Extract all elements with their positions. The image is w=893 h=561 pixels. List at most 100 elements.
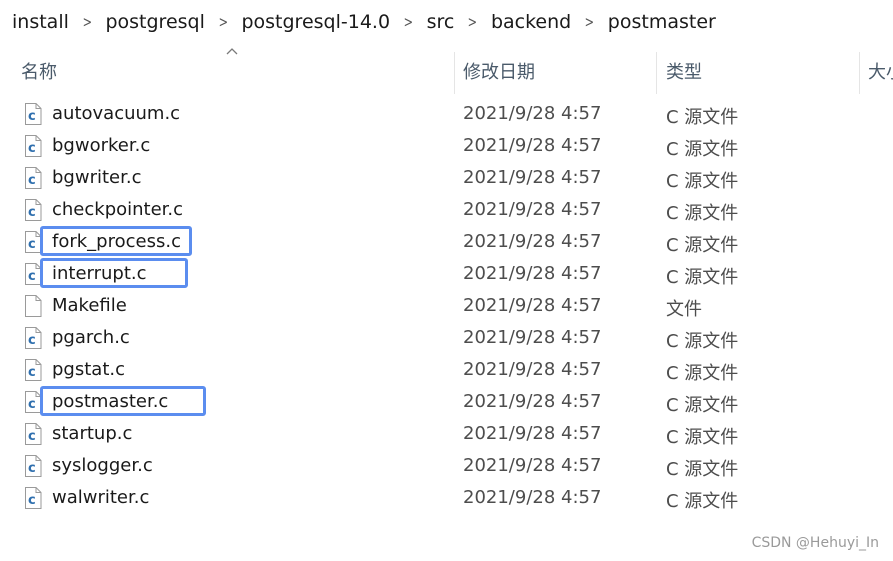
c-source-file-icon: c (24, 391, 42, 413)
file-modified-date: 2021/9/28 4:57 (463, 423, 602, 444)
column-header-name[interactable]: 名称 (21, 58, 57, 84)
file-type: C 源文件 (666, 139, 739, 160)
file-type: C 源文件 (666, 459, 739, 480)
svg-text:c: c (28, 429, 36, 444)
file-type: C 源文件 (666, 427, 739, 448)
breadcrumb-start (0, 13, 6, 31)
file-type: C 源文件 (666, 267, 739, 288)
column-divider[interactable] (859, 52, 860, 94)
file-name[interactable]: autovacuum.c (52, 103, 180, 124)
file-name[interactable]: postmaster.c (52, 391, 168, 412)
file-list: c autovacuum.c 2021/9/28 4:57 C 源文件 c bgworke… (0, 98, 893, 514)
svg-text:c: c (28, 237, 36, 252)
svg-text:c: c (28, 205, 36, 220)
column-header-date[interactable]: 修改日期 (463, 58, 535, 84)
file-name[interactable]: pgstat.c (52, 359, 125, 380)
file-name[interactable]: bgworker.c (52, 135, 150, 156)
file-row[interactable]: c bgworker.c 2021/9/28 4:57 C 源文件 (0, 130, 893, 162)
column-header-size[interactable]: 大小 (868, 58, 893, 84)
c-source-file-icon: c (24, 135, 42, 157)
file-row[interactable]: c autovacuum.c 2021/9/28 4:57 C 源文件 (0, 98, 893, 130)
c-source-file-icon: c (24, 327, 42, 349)
file-type: C 源文件 (666, 331, 739, 352)
file-name[interactable]: startup.c (52, 423, 132, 444)
file-name[interactable]: fork_process.c (52, 231, 181, 252)
column-header-type[interactable]: 类型 (666, 58, 702, 84)
file-row[interactable]: c syslogger.c 2021/9/28 4:57 C 源文件 (0, 450, 893, 482)
file-modified-date: 2021/9/28 4:57 (463, 103, 602, 124)
file-row[interactable]: c checkpointer.c 2021/9/28 4:57 C 源文件 (0, 194, 893, 226)
generic-file-icon (24, 295, 42, 317)
breadcrumb-item-postgresql-14[interactable]: postgresql-14.0 (241, 11, 390, 33)
column-header: 名称 修改日期 类型 大小 (0, 44, 893, 94)
c-source-file-icon: c (24, 263, 42, 285)
file-row[interactable]: Makefile 2021/9/28 4:57 文件 (0, 290, 893, 322)
chevron-right-icon[interactable]: > (82, 13, 91, 31)
file-name[interactable]: checkpointer.c (52, 199, 183, 220)
file-modified-date: 2021/9/28 4:57 (463, 135, 602, 156)
breadcrumb-item-install[interactable]: install (12, 11, 69, 33)
file-name[interactable]: bgwriter.c (52, 167, 141, 188)
file-modified-date: 2021/9/28 4:57 (463, 263, 602, 284)
file-modified-date: 2021/9/28 4:57 (463, 231, 602, 252)
breadcrumb-item-postgresql[interactable]: postgresql (105, 11, 204, 33)
file-name[interactable]: Makefile (52, 295, 127, 316)
c-source-file-icon: c (24, 199, 42, 221)
c-source-file-icon: c (24, 103, 42, 125)
chevron-right-icon[interactable]: > (218, 13, 227, 31)
c-source-file-icon: c (24, 231, 42, 253)
svg-text:c: c (28, 173, 36, 188)
file-name[interactable]: walwriter.c (52, 487, 149, 508)
file-row[interactable]: c interrupt.c 2021/9/28 4:57 C 源文件 (0, 258, 893, 290)
file-row[interactable]: c fork_process.c 2021/9/28 4:57 C 源文件 (0, 226, 893, 258)
breadcrumb-item-src[interactable]: src (427, 11, 455, 33)
file-type: C 源文件 (666, 363, 739, 384)
svg-text:c: c (28, 333, 36, 348)
file-name[interactable]: interrupt.c (52, 263, 147, 284)
file-name[interactable]: pgarch.c (52, 327, 130, 348)
file-row[interactable]: c pgstat.c 2021/9/28 4:57 C 源文件 (0, 354, 893, 386)
c-source-file-icon: c (24, 487, 42, 509)
c-source-file-icon: c (24, 359, 42, 381)
svg-text:c: c (28, 493, 36, 508)
c-source-file-icon: c (24, 423, 42, 445)
file-row[interactable]: c walwriter.c 2021/9/28 4:57 C 源文件 (0, 482, 893, 514)
file-row[interactable]: c bgwriter.c 2021/9/28 4:57 C 源文件 (0, 162, 893, 194)
file-modified-date: 2021/9/28 4:57 (463, 359, 602, 380)
svg-text:c: c (28, 141, 36, 156)
file-modified-date: 2021/9/28 4:57 (463, 167, 602, 188)
file-type: C 源文件 (666, 491, 739, 512)
chevron-right-icon[interactable]: > (585, 13, 594, 31)
chevron-right-icon[interactable]: > (468, 13, 477, 31)
column-divider[interactable] (454, 52, 455, 94)
file-row[interactable]: c postmaster.c 2021/9/28 4:57 C 源文件 (0, 386, 893, 418)
file-type: C 源文件 (666, 171, 739, 192)
file-modified-date: 2021/9/28 4:57 (463, 327, 602, 348)
breadcrumb-item-backend[interactable]: backend (491, 11, 571, 33)
file-name[interactable]: syslogger.c (52, 455, 153, 476)
breadcrumb: install > postgresql > postgresql-14.0 >… (0, 0, 893, 44)
watermark: CSDN @Hehuyi_In (751, 535, 879, 551)
file-modified-date: 2021/9/28 4:57 (463, 391, 602, 412)
column-divider[interactable] (656, 52, 657, 94)
file-row[interactable]: c pgarch.c 2021/9/28 4:57 C 源文件 (0, 322, 893, 354)
chevron-right-icon[interactable]: > (404, 13, 413, 31)
file-modified-date: 2021/9/28 4:57 (463, 455, 602, 476)
svg-text:c: c (28, 365, 36, 380)
file-modified-date: 2021/9/28 4:57 (463, 199, 602, 220)
file-type: C 源文件 (666, 235, 739, 256)
file-modified-date: 2021/9/28 4:57 (463, 295, 602, 316)
file-type: C 源文件 (666, 395, 739, 416)
svg-text:c: c (28, 269, 36, 284)
svg-text:c: c (28, 461, 36, 476)
file-row[interactable]: c startup.c 2021/9/28 4:57 C 源文件 (0, 418, 893, 450)
svg-text:c: c (28, 397, 36, 412)
svg-text:c: c (28, 109, 36, 124)
file-type: C 源文件 (666, 107, 739, 128)
sort-ascending-icon[interactable] (226, 47, 238, 55)
breadcrumb-item-postmaster[interactable]: postmaster (608, 11, 716, 33)
c-source-file-icon: c (24, 167, 42, 189)
c-source-file-icon: c (24, 455, 42, 477)
file-modified-date: 2021/9/28 4:57 (463, 487, 602, 508)
file-type: 文件 (666, 299, 702, 320)
